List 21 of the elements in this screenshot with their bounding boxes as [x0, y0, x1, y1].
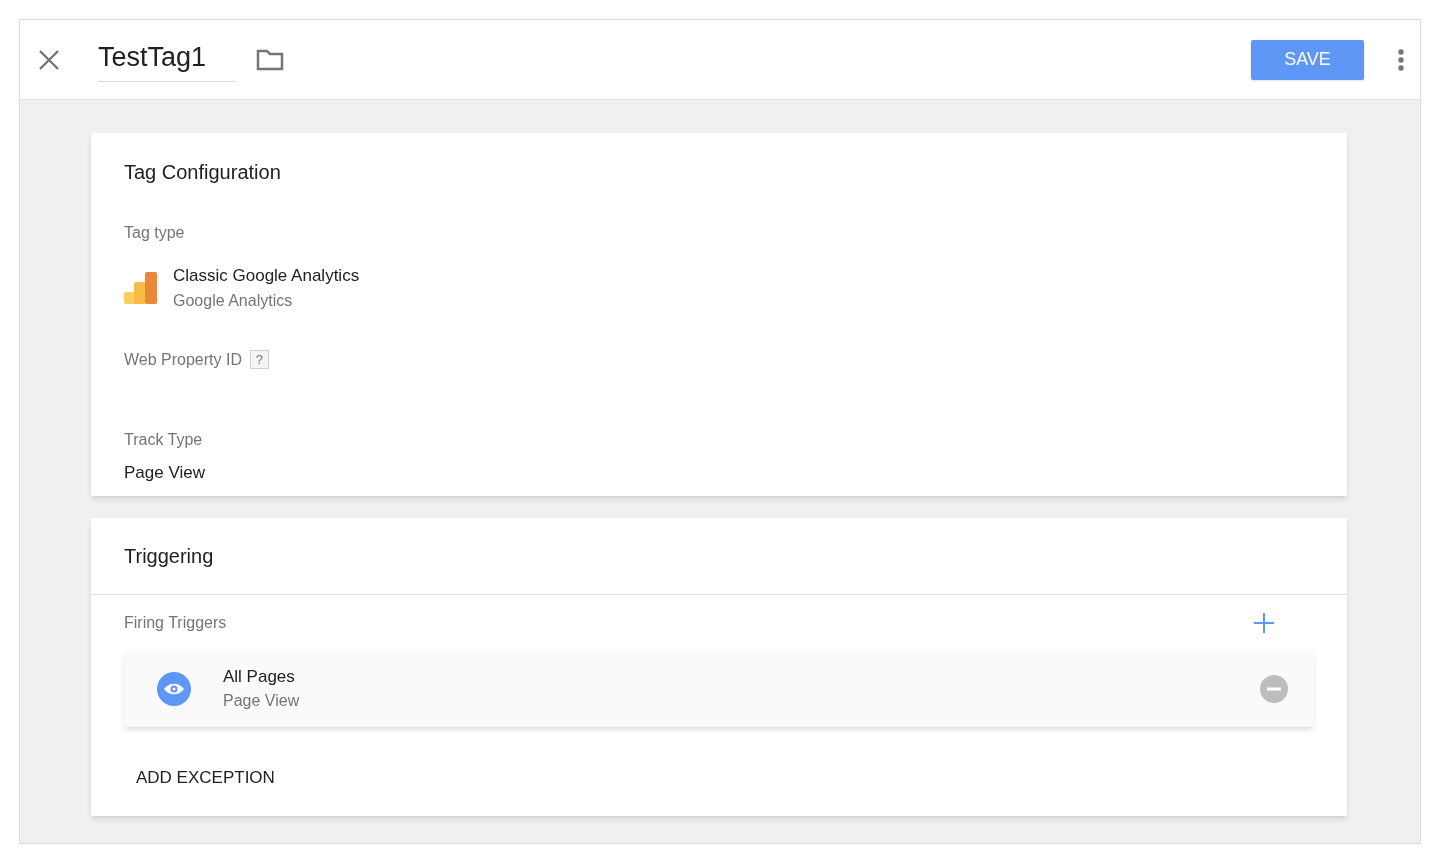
- field-value: Page View: [124, 461, 205, 484]
- trigger-name: All Pages: [223, 665, 295, 688]
- field-label: Track Type: [124, 429, 203, 450]
- field-label: Tag type: [124, 223, 185, 243]
- folder-icon[interactable]: [256, 48, 284, 71]
- card-title: Triggering: [124, 544, 214, 569]
- add-icon[interactable]: [1254, 612, 1274, 633]
- help-button[interactable]: ?: [249, 350, 269, 369]
- add-exception-button[interactable]: ADD EXCEPTION: [126, 759, 285, 797]
- field-label: Firing Triggers: [124, 612, 227, 633]
- field-label: Web Property ID: [124, 349, 242, 370]
- bar-chart-logo-icon: [124, 271, 157, 304]
- tag-type-name: Classic Google Analytics: [173, 265, 360, 287]
- card-title: Tag Configuration: [124, 160, 281, 185]
- eye-icon: [157, 671, 191, 706]
- more-options-icon[interactable]: [1398, 48, 1404, 71]
- trigger-row[interactable]: All Pages Page View: [124, 650, 1314, 727]
- trigger-type: Page View: [223, 691, 300, 712]
- tag-name-field[interactable]: TestTag1: [98, 36, 236, 83]
- tag-type-vendor: Google Analytics: [173, 290, 293, 311]
- close-icon[interactable]: [38, 48, 60, 71]
